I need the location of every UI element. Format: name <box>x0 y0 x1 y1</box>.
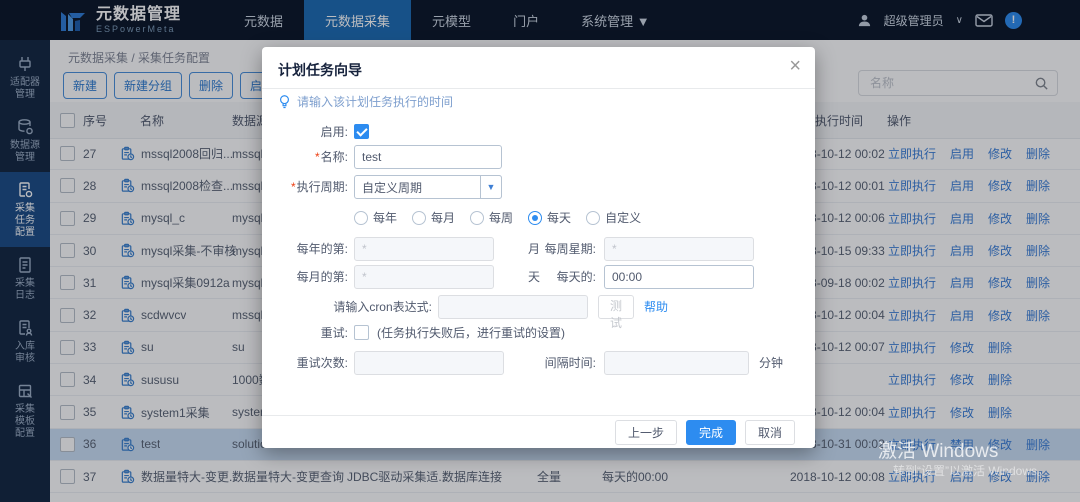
required-mark: * <box>314 150 320 164</box>
yearly-row: 每年的第: 月 每周星期: <box>262 237 815 261</box>
retry-count-input <box>354 351 504 375</box>
enable-label: 启用: <box>320 125 348 139</box>
finish-button[interactable]: 完成 <box>685 419 736 445</box>
retry-note: (任务执行失败后，进行重试的设置) <box>377 326 565 340</box>
radio-label: 每年 <box>373 211 398 225</box>
cycle-select[interactable]: 自定义周期 ▼ <box>354 175 502 199</box>
name-row: *名称: <box>262 145 815 169</box>
radio-icon <box>412 210 427 225</box>
radio-monthly[interactable]: 每月 <box>412 209 455 226</box>
retry-checkbox[interactable] <box>354 325 369 340</box>
cron-row: 请输入cron表达式: 测试 帮助 <box>262 295 815 330</box>
enable-row: 启用: <box>262 120 815 144</box>
required-mark: * <box>290 180 296 194</box>
monthly-input <box>354 265 494 289</box>
retry-row: 重试: (任务执行失败后，进行重试的设置) <box>262 324 815 342</box>
radio-yearly[interactable]: 每年 <box>354 209 397 226</box>
name-label: *名称: <box>262 145 348 169</box>
radio-icon <box>354 210 368 225</box>
weekday-label: 每周星期: <box>544 242 596 256</box>
cycle-row: *执行周期: 自定义周期 ▼ <box>262 175 815 199</box>
yearly-input <box>354 237 494 261</box>
yearly-label: 每年的第: <box>296 242 348 256</box>
watermark-line2: 转到“设置”以激活 Windows。 <box>893 464 1050 478</box>
monthly-row: 每月的第: 天 每天的: <box>262 265 815 289</box>
watermark-line1: 激活 Windows <box>878 441 999 462</box>
weekday-input <box>604 237 754 261</box>
radio-icon <box>528 210 543 225</box>
retry-label: 重试: <box>320 326 348 340</box>
interval-unit: 分钟 <box>759 356 784 370</box>
cron-label: 请输入cron表达式: <box>333 300 432 314</box>
daily-time-input[interactable] <box>604 265 754 289</box>
enable-checkbox[interactable] <box>354 124 369 139</box>
test-button: 测试 <box>598 295 634 330</box>
cycle-radio-row: 每年 每月 每周 每天 自定义 <box>262 209 815 233</box>
dialog-title: 计划任务向导 <box>278 62 362 78</box>
radio-label: 每天 <box>547 211 572 225</box>
bulb-icon <box>279 95 290 109</box>
name-label-text: 名称: <box>320 150 348 164</box>
radio-icon <box>586 210 601 225</box>
radio-label: 自定义 <box>605 211 642 225</box>
cycle-label: *执行周期: <box>262 175 348 199</box>
radio-weekly[interactable]: 每周 <box>470 209 513 226</box>
cycle-label-text: 执行周期: <box>296 180 348 194</box>
chevron-down-icon[interactable]: ▼ <box>480 175 502 199</box>
cron-input[interactable] <box>438 295 588 319</box>
hint-text: 请输入该计划任务执行的时间 <box>297 95 454 109</box>
cancel-button[interactable]: 取消 <box>744 419 795 445</box>
radio-label: 每月 <box>431 211 456 225</box>
radio-custom[interactable]: 自定义 <box>586 209 641 226</box>
app-window: 元数据管理 ESPowerMeta 元数据 元数据采集 元模型 门户 系统管理 … <box>0 0 1080 502</box>
name-input[interactable] <box>354 145 502 169</box>
radio-label: 每周 <box>489 211 514 225</box>
radio-icon <box>470 210 485 225</box>
dialog-footer: 上一步 完成 取消 <box>262 415 815 448</box>
monthly-label: 每月的第: <box>296 270 348 284</box>
daily-label: 每天的: <box>556 270 596 284</box>
retry-count-row: 重试次数: 间隔时间: 分钟 <box>262 351 815 375</box>
schedule-wizard-dialog: 计划任务向导 × 请输入该计划任务执行的时间 启用: *名称: *执行周期: 自… <box>262 47 815 448</box>
retry-count-label: 重试次数: <box>296 356 348 370</box>
dialog-header: 计划任务向导 × <box>262 47 815 89</box>
radio-daily[interactable]: 每天 <box>528 209 571 226</box>
interval-label: 间隔时间: <box>544 356 596 370</box>
help-link[interactable]: 帮助 <box>644 295 668 319</box>
cycle-select-value: 自定义周期 <box>362 180 423 195</box>
interval-input <box>604 351 749 375</box>
close-icon[interactable]: × <box>789 56 801 76</box>
dialog-hint: 请输入该计划任务执行的时间 <box>278 93 453 110</box>
prev-step-button[interactable]: 上一步 <box>614 419 677 445</box>
